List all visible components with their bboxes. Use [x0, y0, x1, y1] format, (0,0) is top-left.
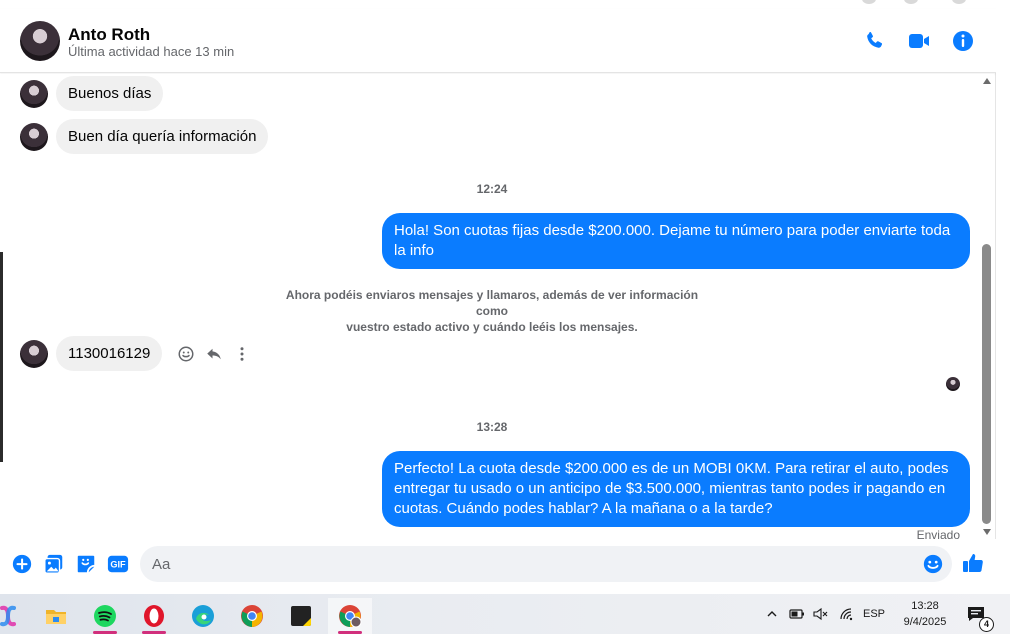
- clock-time: 13:28: [911, 600, 939, 612]
- react-emoji-icon[interactable]: [172, 342, 200, 366]
- chat-window: Anto Roth Última actividad hace 13 min B…: [0, 9, 996, 594]
- sent-status: Enviado: [916, 528, 960, 539]
- message-bubble-outgoing[interactable]: Perfecto! La cuota desde $200.000 es de …: [382, 451, 970, 527]
- chrome-profile-icon[interactable]: [328, 598, 372, 634]
- file-explorer-icon[interactable]: [34, 598, 78, 634]
- contact-status: Última actividad hace 13 min: [68, 44, 235, 59]
- chat-header: Anto Roth Última actividad hace 13 min: [0, 9, 996, 73]
- window-control-icon: [904, 0, 918, 4]
- more-options-icon[interactable]: [228, 342, 256, 366]
- spotify-icon[interactable]: [83, 598, 127, 634]
- message-row-incoming: 1130016129: [20, 336, 256, 371]
- contact-avatar[interactable]: [20, 21, 60, 61]
- privacy-notice: Ahora podéis enviaros mensajes y llamaro…: [272, 287, 712, 335]
- gif-label: GIF: [110, 560, 126, 570]
- message-timestamp: 13:28: [476, 420, 508, 434]
- volume-muted-icon[interactable]: [810, 594, 832, 634]
- notification-center-icon[interactable]: 4: [966, 604, 994, 632]
- plus-icon[interactable]: [11, 553, 33, 575]
- battery-icon[interactable]: [786, 594, 808, 634]
- contact-avatar-small[interactable]: [20, 339, 48, 368]
- seen-receipt-avatar: [946, 377, 960, 391]
- message-row-incoming: Buen día quería información: [20, 119, 269, 154]
- edge-icon[interactable]: [181, 598, 225, 634]
- reply-icon[interactable]: [200, 342, 228, 366]
- window-gutter: [996, 0, 1010, 594]
- phone-icon[interactable]: [863, 29, 887, 53]
- window-control-icon: [862, 0, 876, 4]
- message-bubble-incoming[interactable]: Buenos días: [56, 76, 164, 111]
- message-composer: GIF: [0, 539, 996, 594]
- taskbar-clock[interactable]: 13:28 9/4/2025: [896, 598, 954, 630]
- contact-name[interactable]: Anto Roth: [68, 25, 150, 45]
- chrome-icon[interactable]: [230, 598, 274, 634]
- message-actions: [172, 342, 256, 366]
- sticky-notes-icon[interactable]: [279, 598, 323, 634]
- language-indicator[interactable]: ESP: [860, 594, 888, 634]
- message-list[interactable]: Buenos días Buen día quería información …: [0, 74, 980, 539]
- window-control-icon: [952, 0, 966, 4]
- info-icon[interactable]: [951, 29, 975, 53]
- contact-avatar-small[interactable]: [20, 122, 48, 151]
- clock-date: 9/4/2025: [903, 616, 947, 628]
- message-input[interactable]: [140, 546, 952, 582]
- scroll-down-icon[interactable]: [983, 529, 991, 535]
- opera-icon[interactable]: [132, 598, 176, 634]
- copilot-icon[interactable]: [0, 598, 30, 634]
- message-timestamp: 12:24: [476, 182, 508, 196]
- privacy-notice-line: Ahora podéis enviaros mensajes y llamaro…: [285, 288, 699, 318]
- notification-badge: 4: [979, 617, 994, 632]
- video-camera-icon[interactable]: [907, 29, 931, 53]
- message-scrollbar[interactable]: [980, 74, 994, 539]
- sticker-icon[interactable]: [75, 553, 97, 575]
- message-bubble-incoming[interactable]: Buen día quería información: [56, 119, 269, 154]
- wifi-icon[interactable]: [836, 594, 858, 634]
- taskbar: ESP 13:28 9/4/2025 4: [0, 594, 1010, 634]
- message-bubble-incoming[interactable]: 1130016129: [56, 336, 163, 371]
- top-strip: [0, 0, 1010, 9]
- gif-icon[interactable]: GIF: [107, 553, 129, 575]
- scroll-up-icon[interactable]: [983, 78, 991, 84]
- emoji-icon[interactable]: [922, 553, 944, 575]
- privacy-notice-line: vuestro estado activo y cuándo leéis los…: [346, 320, 638, 334]
- message-bubble-outgoing[interactable]: Hola! Son cuotas fijas desde $200.000. D…: [382, 213, 970, 269]
- photo-icon[interactable]: [43, 553, 65, 575]
- message-row-incoming: Buenos días: [20, 76, 164, 111]
- thumbs-up-icon[interactable]: [961, 551, 985, 575]
- contact-avatar-small[interactable]: [20, 79, 48, 108]
- chevron-up-icon[interactable]: [762, 594, 782, 634]
- scroll-thumb[interactable]: [982, 244, 991, 524]
